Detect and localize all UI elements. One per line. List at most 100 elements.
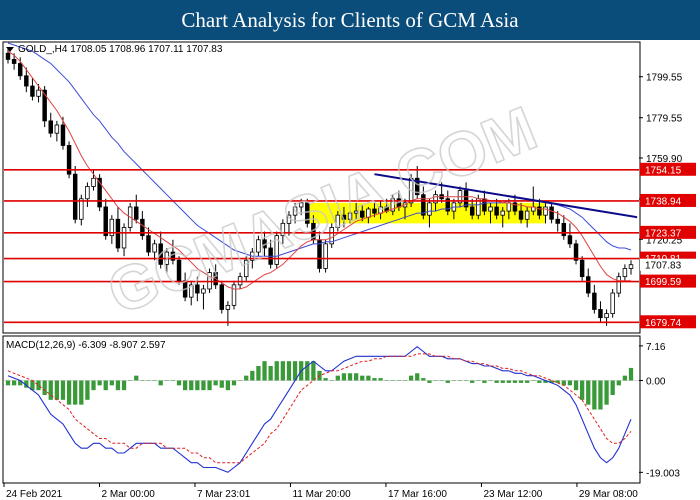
macd-histogram-bar (231, 380, 237, 386)
candle-body (5, 52, 11, 60)
macd-histogram-bar (470, 380, 475, 383)
macd-histogram-bar (586, 380, 591, 405)
candle-body (54, 124, 60, 134)
time-tick-label: 11 Mar 20:00 (292, 489, 351, 500)
candle-body (24, 75, 29, 87)
macd-histogram-bar (225, 380, 231, 391)
candle-body (103, 206, 108, 237)
macd-histogram-bar (396, 380, 402, 381)
candle-body (506, 202, 512, 212)
macd-histogram-bar (219, 380, 224, 388)
candle-body (518, 210, 524, 220)
macd-histogram-bar (256, 366, 261, 381)
macd-histogram-bar (66, 380, 72, 405)
macd-histogram-bar (164, 380, 169, 381)
time-tick-label: 29 Mar 08:00 (579, 489, 638, 500)
macd-histogram-bar (201, 380, 206, 391)
macd-histogram-bar (463, 380, 469, 381)
macd-histogram-bar (433, 380, 438, 381)
candle-body (592, 292, 597, 310)
macd-histogram-bar (182, 380, 188, 391)
candle-body (323, 243, 328, 269)
time-tick-label: 2 Mar 00:00 (101, 489, 155, 500)
macd-histogram-bar (48, 380, 53, 400)
sr-price-label: 1699.59 (645, 277, 682, 288)
macd-histogram-bar (158, 380, 163, 386)
macd-histogram-bar (372, 378, 377, 381)
macd-histogram-bar (305, 361, 310, 381)
macd-histogram-bar (354, 373, 359, 381)
candle-body (579, 259, 585, 278)
macd-histogram-bar (451, 380, 457, 381)
macd-histogram-bar (73, 380, 78, 405)
candle-body (121, 227, 127, 249)
candle-body (488, 206, 493, 212)
candle-body (36, 89, 41, 97)
macd-histogram-bar (85, 380, 90, 400)
candle-body (60, 124, 66, 146)
macd-tick-label: -19.003 (646, 468, 680, 479)
sr-price-label: 1723.37 (645, 228, 682, 239)
macd-histogram-bar (176, 380, 182, 386)
macd-histogram-bar (311, 361, 316, 381)
chart-area: GCMASIA.COM 1799.551779.551759.901739.90… (2, 41, 696, 500)
symbol-info: GOLD_,H4 1708.05 1708.96 1707.11 1707.83 (18, 44, 223, 55)
macd-histogram-bar (604, 380, 609, 405)
macd-histogram-bar (134, 375, 139, 381)
macd-label: MACD(12,26,9) -6.309 -8.907 2.597 (6, 340, 166, 351)
macd-tick-label: 7.16 (646, 342, 666, 353)
macd-histogram-bar (146, 380, 151, 381)
macd-histogram-bar (140, 380, 145, 381)
banner-title: Chart Analysis for Clients of GCM Asia (0, 0, 700, 40)
macd-histogram-bar (488, 380, 493, 381)
macd-histogram-bar (60, 380, 66, 400)
macd-histogram-bar (378, 378, 383, 381)
macd-histogram-bar (244, 375, 249, 381)
time-tick-label: 17 Mar 16:00 (388, 489, 447, 500)
macd-histogram-bar (79, 380, 84, 405)
macd-histogram-bar (622, 375, 628, 381)
macd-histogram-bar (195, 380, 200, 391)
candle-body (567, 235, 573, 245)
candle-body (91, 177, 96, 187)
price-tick-label: 1779.55 (646, 114, 683, 125)
macd-histogram-bar (268, 366, 273, 381)
macd-histogram-bar (366, 375, 371, 381)
candle-body (469, 206, 475, 216)
macd-histogram-bar (573, 380, 579, 391)
macd-histogram-bar (329, 380, 334, 381)
macd-histogram-bar (189, 380, 194, 391)
macd-histogram-bar (402, 380, 408, 381)
macd-histogram-bar (152, 380, 157, 381)
macd-histogram-bar (109, 380, 114, 386)
sr-price-label: 1738.94 (645, 196, 682, 207)
macd-histogram-bar (531, 380, 536, 381)
candle-body (628, 264, 634, 269)
macd-histogram-bar (506, 380, 511, 383)
macd-histogram-bar (207, 380, 212, 391)
macd-histogram-bar (274, 361, 279, 381)
candle-body (586, 276, 591, 294)
macd-histogram-bar (494, 380, 499, 383)
candle-body (500, 210, 505, 216)
macd-histogram-bar (518, 380, 524, 383)
macd-histogram-bar (610, 380, 615, 395)
candle-body (11, 58, 17, 64)
macd-histogram-bar (11, 380, 17, 386)
sr-price-label: 1754.15 (645, 165, 682, 176)
candle-body (30, 85, 35, 97)
macd-histogram-bar (390, 380, 395, 381)
macd-histogram-bar (579, 380, 585, 400)
candle-body (622, 268, 628, 278)
macd-histogram-bar (482, 380, 487, 383)
candle-body (549, 206, 554, 220)
candle-body (598, 309, 603, 319)
candle-body (17, 63, 23, 77)
macd-histogram-bar (360, 375, 365, 381)
macd-histogram-bar (384, 380, 389, 381)
macd-histogram-bar (445, 380, 450, 383)
candle-body (85, 186, 90, 200)
macd-histogram-bar (237, 380, 243, 381)
macd-histogram-bar (500, 380, 505, 383)
macd-histogram-bar (592, 380, 597, 410)
